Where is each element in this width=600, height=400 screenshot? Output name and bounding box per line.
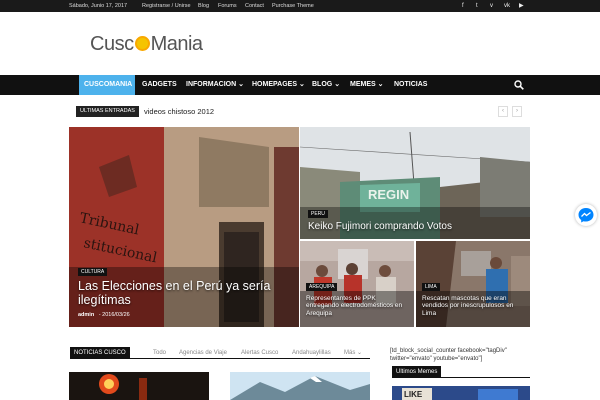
featured-main-article[interactable]: Tribunal stitucional CULTURA Las Eleccio… xyxy=(69,127,299,327)
featured-main-title[interactable]: Las Elecciones en el Perú ya sería ilegí… xyxy=(78,279,288,308)
top-bar: Sábado, Junio 17, 2017 Registrarse / Uni… xyxy=(0,0,600,12)
featured-bottom-right-title[interactable]: Rescatan mascotas que eran vendidos por … xyxy=(422,295,526,317)
featured-top-right-title[interactable]: Keiko Fujimori comprando Votos xyxy=(308,221,523,233)
messenger-icon xyxy=(578,208,594,223)
featured-bottom-right-article[interactable]: LIMA Rescatan mascotas que eran vendidos… xyxy=(416,241,530,327)
post-date: 2016/03/26 xyxy=(102,312,130,318)
featured-bottom-left-title[interactable]: Representantes de PPK entregando electro… xyxy=(306,295,410,317)
nav-item-noticias[interactable]: NOTICIAS xyxy=(394,75,427,95)
category-badge[interactable]: LIMA xyxy=(422,283,440,291)
youtube-icon[interactable]: ▶ xyxy=(519,0,524,12)
chevron-down-icon: ⌄ xyxy=(357,350,363,356)
svg-text:REGIN: REGIN xyxy=(368,187,409,202)
site-logo[interactable]: Cusc Mania xyxy=(90,33,203,56)
ticker-next-button[interactable]: › xyxy=(512,106,522,117)
ticker-label: ULTIMAS ENTRADAS xyxy=(76,106,139,117)
nav-item-cuscomania[interactable]: CUSCOMANIA xyxy=(79,75,135,95)
nav-item-blog[interactable]: BLOG ⌄ xyxy=(312,75,340,95)
featured-top-right-article[interactable]: REGIN PERU Keiko Fujimori comprando Voto… xyxy=(300,127,530,239)
ticker-prev-button[interactable]: ‹ xyxy=(498,106,508,117)
messenger-chat-button[interactable] xyxy=(575,204,597,226)
category-badge[interactable]: AREQUIPA xyxy=(306,283,338,291)
forums-link[interactable]: Forums xyxy=(218,0,237,12)
contact-link[interactable]: Contact xyxy=(245,0,264,12)
logo-text-right: Mania xyxy=(150,33,203,55)
nav-item-homepages[interactable]: HOMEPAGES ⌄ xyxy=(252,75,305,95)
logo-text-left: Cusc xyxy=(90,33,134,55)
post-meta: admin - 2016/03/26 xyxy=(78,312,130,318)
purchase-theme-link[interactable]: Purchase Theme xyxy=(272,0,314,12)
nav-item-gadgets[interactable]: GADGETS xyxy=(142,75,177,95)
article-thumbnail[interactable] xyxy=(69,372,209,400)
current-date: Sábado, Junio 17, 2017 xyxy=(69,3,128,9)
tab-andahuaylillas[interactable]: Andahuaylillas xyxy=(292,347,331,359)
vk-icon[interactable]: vk xyxy=(504,0,510,12)
nav-item-memes[interactable]: MEMES ⌄ xyxy=(350,75,384,95)
chevron-down-icon: ⌄ xyxy=(377,81,384,88)
tab-mas[interactable]: Más ⌄ xyxy=(344,347,362,359)
facebook-icon[interactable]: f xyxy=(462,0,464,12)
chevron-down-icon: ⌄ xyxy=(238,81,244,88)
category-badge[interactable]: PERU xyxy=(308,210,328,218)
tab-alertas-cusco[interactable]: Alertas Cusco xyxy=(241,347,278,359)
author-name[interactable]: admin xyxy=(78,312,94,318)
vimeo-icon[interactable]: v xyxy=(490,0,493,12)
register-link[interactable]: Registrarse / Unirse xyxy=(142,0,191,12)
article-thumbnail[interactable] xyxy=(230,372,370,400)
meme-thumbnail[interactable]: LIKE xyxy=(392,386,530,400)
tab-agencias-de-viaje[interactable]: Agencias de Viaje xyxy=(179,347,227,359)
nav-item-informacion[interactable]: INFORMACION ⌄ xyxy=(186,75,244,95)
svg-text:LIKE: LIKE xyxy=(404,390,423,399)
chevron-down-icon: ⌄ xyxy=(298,81,305,88)
category-badge[interactable]: CULTURA xyxy=(78,268,108,276)
sun-icon xyxy=(134,36,150,51)
social-counter-shortcode: [td_block_social_counter facebook="tagDi… xyxy=(390,348,507,362)
blog-link[interactable]: Blog xyxy=(198,0,209,12)
ticker-headline[interactable]: videos chistoso 2012 xyxy=(144,106,214,117)
twitter-icon[interactable]: t xyxy=(476,0,478,12)
featured-bottom-left-article[interactable]: AREQUIPA Representantes de PPK entregand… xyxy=(300,241,414,327)
sidebar-divider xyxy=(392,377,530,378)
main-navigation: CUSCOMANIA GADGETS INFORMACION ⌄ HOMEPAG… xyxy=(0,75,600,95)
search-icon[interactable] xyxy=(514,80,524,90)
chevron-down-icon: ⌄ xyxy=(334,81,341,88)
tab-todo[interactable]: Todo xyxy=(153,347,166,359)
